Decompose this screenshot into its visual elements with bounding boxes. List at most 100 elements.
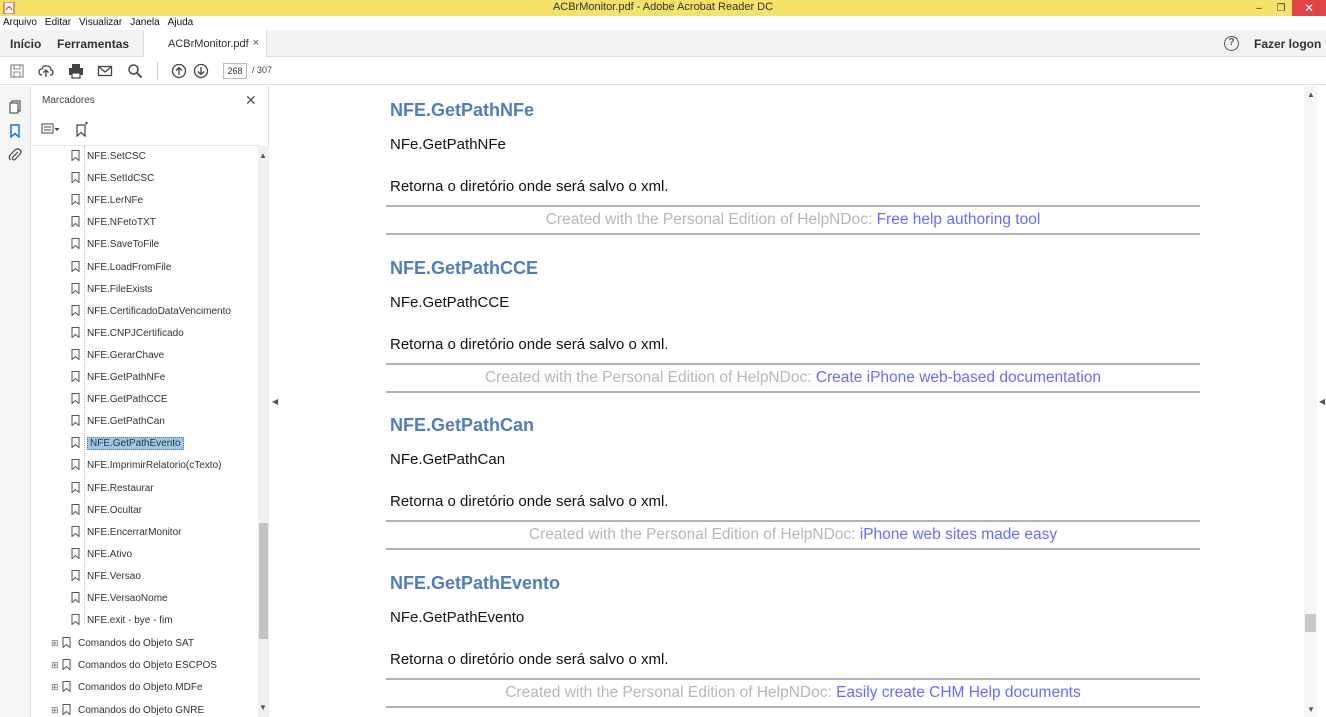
navigation-rail xyxy=(0,86,31,717)
tab-tools[interactable]: Ferramentas xyxy=(57,37,129,51)
bookmark-item[interactable]: NFE.Versao xyxy=(71,568,141,586)
doc-scroll-up-icon[interactable]: ▲ xyxy=(1307,90,1315,99)
document-scrollbar[interactable]: ▲ ▼ xyxy=(1304,86,1317,717)
bookmarks-scrollbar[interactable]: ▲ ▼ xyxy=(258,146,269,717)
bookmark-options-icon[interactable] xyxy=(41,122,61,136)
bookmark-item[interactable]: NFE.CNPJCertificado xyxy=(71,325,184,343)
scroll-up-icon[interactable]: ▲ xyxy=(259,151,267,160)
bookmark-item[interactable]: NFE.CertificadoDataVencimento xyxy=(71,303,231,321)
doc-scrollbar-thumb[interactable] xyxy=(1305,614,1316,632)
section-code: NFe.GetPathNFe xyxy=(390,136,506,153)
expand-icon[interactable]: ⊞ xyxy=(51,678,60,696)
menu-visualizar[interactable]: Visualizar xyxy=(79,16,122,30)
menu-ajuda[interactable]: Ajuda xyxy=(168,16,194,30)
bookmark-item[interactable]: NFE.EncerrarMonitor xyxy=(71,524,181,542)
minimize-button[interactable]: – xyxy=(1248,0,1270,16)
scrollbar-thumb[interactable] xyxy=(259,523,268,639)
bookmark-icon xyxy=(62,659,71,671)
scroll-down-icon[interactable]: ▼ xyxy=(259,703,267,712)
close-tab-icon[interactable]: × xyxy=(253,37,259,49)
menu-editar[interactable]: Editar xyxy=(45,16,71,30)
credit-link[interactable]: Easily create CHM Help documents xyxy=(836,684,1081,701)
login-button[interactable]: Fazer logon xyxy=(1254,37,1321,51)
credit-link[interactable]: Free help authoring tool xyxy=(877,211,1041,228)
expand-right-pane-icon[interactable]: ◀ xyxy=(1319,397,1325,406)
bookmark-item[interactable]: NFE.Ativo xyxy=(71,546,132,564)
bookmark-item[interactable]: NFE.LoadFromFile xyxy=(71,259,171,277)
bookmark-item[interactable]: NFE.SetIdCSC xyxy=(71,170,154,188)
page-total: / 307 xyxy=(252,65,273,75)
bookmark-icon xyxy=(71,371,80,382)
credit-link[interactable]: Create iPhone web-based documentation xyxy=(816,369,1101,386)
search-icon[interactable] xyxy=(127,63,143,79)
bookmark-item[interactable]: NFE.GetPathEvento xyxy=(71,435,184,453)
bookmark-label: NFE.SaveToFile xyxy=(87,239,160,251)
close-panel-icon[interactable]: ✕ xyxy=(245,92,257,109)
next-page-icon[interactable] xyxy=(193,63,209,79)
credit-link[interactable]: iPhone web sites made easy xyxy=(860,526,1057,543)
expand-icon[interactable]: ⊞ xyxy=(51,656,60,674)
helpndoc-credit: Created with the Personal Edition of Hel… xyxy=(386,526,1200,544)
save-icon[interactable] xyxy=(9,63,25,79)
new-bookmark-icon[interactable] xyxy=(73,122,89,138)
credit-prefix: Created with the Personal Edition of Hel… xyxy=(505,683,832,701)
menu-arquivo[interactable]: Arquivo xyxy=(3,16,37,30)
bookmark-icon xyxy=(62,703,71,715)
bookmark-item[interactable]: NFE.GetPathCan xyxy=(71,413,165,431)
bookmark-icon xyxy=(71,260,80,272)
menu-janela[interactable]: Janela xyxy=(130,16,159,30)
close-window-button[interactable]: ✕ xyxy=(1292,0,1326,16)
expand-icon[interactable]: ⊞ xyxy=(51,701,60,717)
bookmark-item[interactable]: NFE.Ocultar xyxy=(71,502,142,520)
bookmark-group[interactable]: ⊞ Comandos do Objeto MDFe xyxy=(51,678,203,696)
bookmark-label: NFE.NFetoTXT xyxy=(87,217,156,229)
tab-home[interactable]: Início xyxy=(10,37,41,51)
bookmark-label: NFE.GetPathCan xyxy=(87,416,165,428)
title-bar: ACBrMonitor.pdf - Adobe Acrobat Reader D… xyxy=(0,0,1326,16)
bookmark-item[interactable]: NFE.exit - bye - fim xyxy=(71,612,173,630)
bookmark-icon xyxy=(71,282,80,294)
doc-scroll-down-icon[interactable]: ▼ xyxy=(1307,705,1315,714)
tab-document[interactable]: ACBrMonitor.pdf × xyxy=(143,30,267,57)
bookmark-item[interactable]: NFE.GerarChave xyxy=(71,347,164,365)
cloud-upload-icon[interactable] xyxy=(38,63,54,79)
document-viewer[interactable]: NFE.GetPathNFe NFe.GetPathNFe Retorna o di… xyxy=(280,86,1304,717)
bookmark-group[interactable]: ⊞ Comandos do Objeto GNRE xyxy=(51,701,204,717)
email-icon[interactable] xyxy=(97,63,113,79)
page-thumbnails-icon[interactable] xyxy=(8,100,22,114)
bookmark-group[interactable]: ⊞ Comandos do Objeto ESCPOS xyxy=(51,656,217,674)
helpndoc-credit: Created with the Personal Edition of Hel… xyxy=(386,684,1200,702)
section-title: NFE.GetPathCCE xyxy=(390,257,539,278)
section-description: Retorna o diretório onde será salvo o xm… xyxy=(390,178,669,195)
print-icon[interactable] xyxy=(68,63,84,79)
bookmark-item[interactable]: NFE.GetPathNFe xyxy=(71,369,165,387)
bookmark-item[interactable]: NFE.NFetoTXT xyxy=(71,214,156,232)
helpndoc-credit: Created with the Personal Edition of Hel… xyxy=(386,211,1200,229)
bookmark-icon xyxy=(71,569,80,581)
bookmark-item[interactable]: NFE.SetCSC xyxy=(71,148,146,166)
bookmark-group-label: Comandos do Objeto SAT xyxy=(78,638,194,650)
attachments-icon[interactable] xyxy=(8,148,22,162)
section-rule-top xyxy=(386,362,1200,365)
bookmark-item[interactable]: NFE.ImprimirRelatorio(cTexto) xyxy=(71,457,221,475)
bookmark-label: NFE.SetIdCSC xyxy=(87,173,155,185)
expand-icon[interactable]: ⊞ xyxy=(51,634,60,652)
bookmark-item[interactable]: NFE.Restaurar xyxy=(71,480,154,498)
bookmark-icon xyxy=(71,304,80,316)
bookmark-item[interactable]: NFE.GetPathCCE xyxy=(71,391,168,409)
bookmark-label: NFE.Restaurar xyxy=(87,482,154,494)
bookmark-item[interactable]: NFE.SaveToFile xyxy=(71,236,159,254)
collapse-panel-icon[interactable]: ◀ xyxy=(272,397,278,406)
panel-tools xyxy=(41,122,89,138)
restore-button[interactable]: ❐ xyxy=(1270,0,1292,16)
bookmark-item[interactable]: NFE.FileExists xyxy=(71,281,153,299)
bookmark-item[interactable]: NFE.VersaoNome xyxy=(71,590,168,608)
window-title: ACBrMonitor.pdf - Adobe Acrobat Reader D… xyxy=(552,1,774,13)
help-icon[interactable]: ? xyxy=(1224,36,1239,51)
previous-page-icon[interactable] xyxy=(171,63,187,79)
page-number-input[interactable]: 268 xyxy=(223,63,247,79)
bookmark-item[interactable]: NFE.LerNFe xyxy=(71,192,143,210)
bookmark-group[interactable]: ⊞ Comandos do Objeto SAT xyxy=(51,634,194,652)
section-code: NFe.GetPathEvento xyxy=(390,608,525,626)
bookmarks-icon[interactable] xyxy=(8,124,22,138)
